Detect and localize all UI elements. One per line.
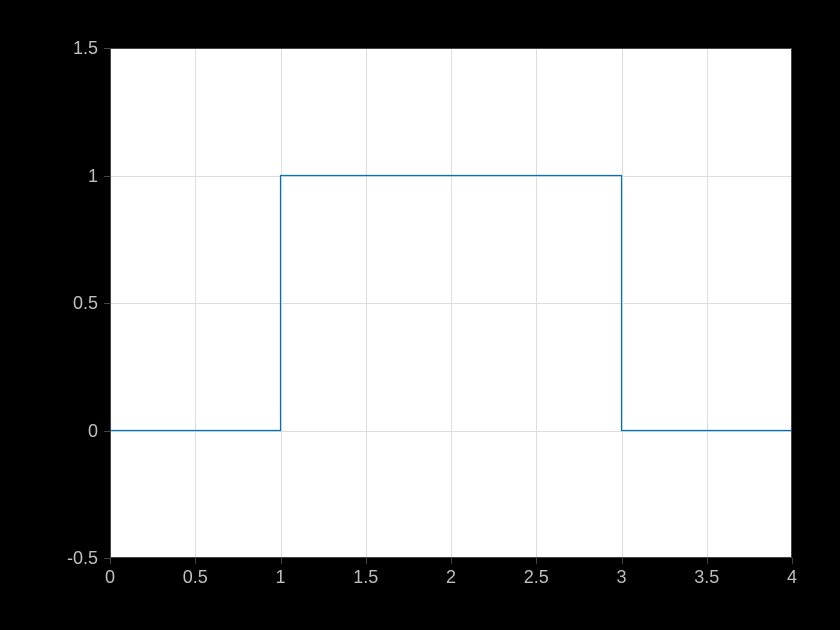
y-tick-label: 0 xyxy=(88,422,98,440)
figure-window: 0 0.5 1 1.5 2 2.5 3 3.5 4 -0.5 0 0.5 1 1.5 xyxy=(0,0,840,630)
y-tick-mark xyxy=(104,176,110,177)
x-tick-mark xyxy=(366,558,367,564)
y-tick-label: 1 xyxy=(88,167,98,185)
x-tick-mark xyxy=(622,558,623,564)
axes-area xyxy=(110,48,792,558)
y-tick-mark xyxy=(104,431,110,432)
x-tick-label: 1 xyxy=(275,568,285,586)
x-tick-mark xyxy=(536,558,537,564)
x-tick-mark xyxy=(195,558,196,564)
x-tick-label: 2 xyxy=(446,568,456,586)
y-tick-label: 1.5 xyxy=(73,39,98,57)
x-tick-label: 3.5 xyxy=(694,568,719,586)
x-tick-label: 4 xyxy=(787,568,797,586)
x-tick-label: 0.5 xyxy=(183,568,208,586)
x-tick-mark xyxy=(707,558,708,564)
x-tick-label: 0 xyxy=(105,568,115,586)
grid-line-horizontal xyxy=(110,303,792,304)
y-tick-mark xyxy=(104,558,110,559)
grid-line-horizontal xyxy=(110,431,792,432)
x-tick-label: 3 xyxy=(616,568,626,586)
x-tick-mark xyxy=(110,558,111,564)
x-tick-label: 2.5 xyxy=(524,568,549,586)
x-tick-label: 1.5 xyxy=(353,568,378,586)
grid-line-horizontal xyxy=(110,176,792,177)
x-tick-mark xyxy=(451,558,452,564)
x-tick-mark xyxy=(281,558,282,564)
x-tick-mark xyxy=(792,558,793,564)
y-tick-mark xyxy=(104,303,110,304)
y-tick-mark xyxy=(104,48,110,49)
y-tick-label: -0.5 xyxy=(67,549,98,567)
y-tick-label: 0.5 xyxy=(73,294,98,312)
